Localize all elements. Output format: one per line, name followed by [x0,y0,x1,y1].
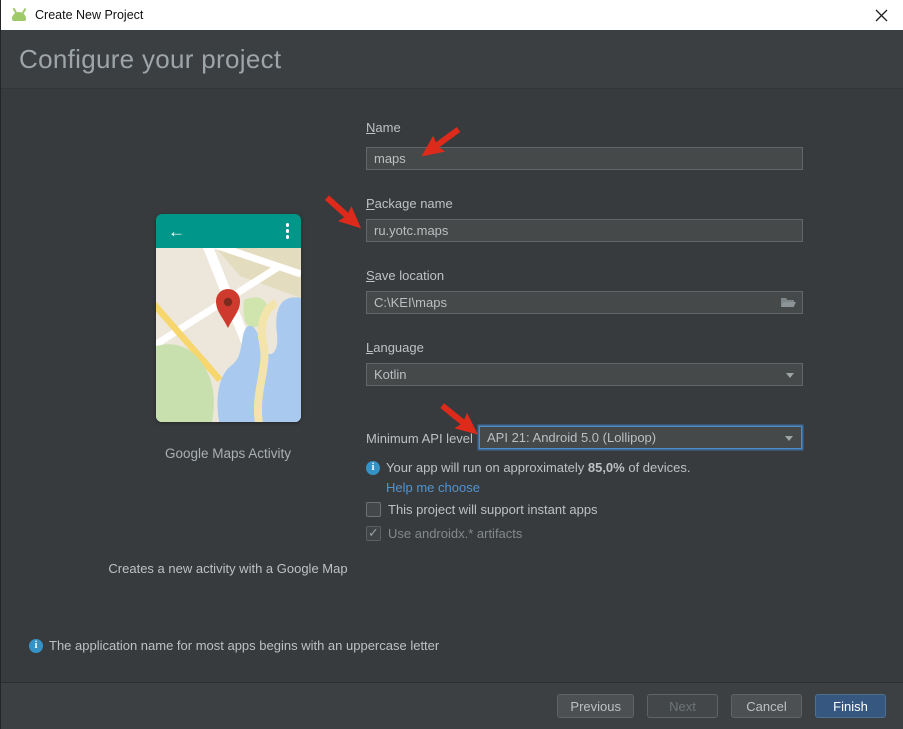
overflow-menu-icon [285,223,289,239]
api-info-text: Your app will run on approximately [386,460,588,475]
instant-apps-checkbox-row[interactable]: This project will support instant apps [366,502,598,517]
androidx-label: Use androidx.* artifacts [388,526,523,541]
activity-name-caption: Google Maps Activity [164,446,292,461]
language-label: Language [366,340,424,355]
next-button[interactable]: Next [647,694,718,718]
validation-message: The application name for most apps begin… [49,638,440,653]
min-api-dropdown[interactable]: API 21: Android 5.0 (Lollipop) [479,426,802,449]
map-preview-image [156,248,301,422]
androidx-checkbox [366,525,381,541]
chevron-down-icon [786,373,794,378]
info-icon: i [29,638,43,653]
browse-folder-icon[interactable] [780,295,796,309]
save-location-label: Save location [366,268,445,283]
api-coverage-percent: 85,0% [587,460,625,475]
min-api-selected-value: API 21: Android 5.0 (Lollipop) [487,430,657,445]
api-coverage-info: i Your app will run on approximately 85,… [366,460,691,475]
info-icon: i [366,460,380,475]
page-title: Configure your project [19,44,282,74]
save-location-field [366,291,803,314]
cancel-button[interactable]: Cancel [731,694,802,718]
title-bar: Create New Project [1,0,903,30]
package-name-label: Package name [366,196,453,211]
window-title: Create New Project [35,8,144,22]
back-arrow-icon: ← [168,221,185,241]
previous-button[interactable]: Previous [557,694,634,718]
androidx-checkbox-row: Use androidx.* artifacts [366,525,523,541]
map-preview-toolbar: ← [156,214,301,248]
validation-message-row: i The application name for most apps beg… [29,638,439,653]
activity-preview-card: ← [156,214,301,422]
button-bar: Previous Next Cancel Finish [1,682,903,729]
wizard-content: ← Google Maps Activity Creates a new act… [1,88,903,682]
activity-description: Creates a new activity with a Google Map [108,561,348,576]
chevron-down-icon [785,436,793,441]
language-dropdown[interactable]: Kotlin [366,363,803,386]
android-logo-icon [10,8,28,22]
close-icon[interactable] [859,0,903,30]
min-api-label: Minimum API level [366,431,473,446]
save-location-input[interactable] [366,291,803,314]
finish-button[interactable]: Finish [815,694,886,718]
api-info-text-suffix: of devices. [624,460,691,475]
help-me-choose-link[interactable]: Help me choose [386,480,480,495]
instant-apps-label: This project will support instant apps [388,502,598,517]
instant-apps-checkbox[interactable] [366,502,381,517]
wizard-header: Configure your project [1,30,903,88]
name-label: Name [366,120,401,135]
language-selected-value: Kotlin [374,367,407,382]
package-name-input[interactable] [366,219,803,242]
